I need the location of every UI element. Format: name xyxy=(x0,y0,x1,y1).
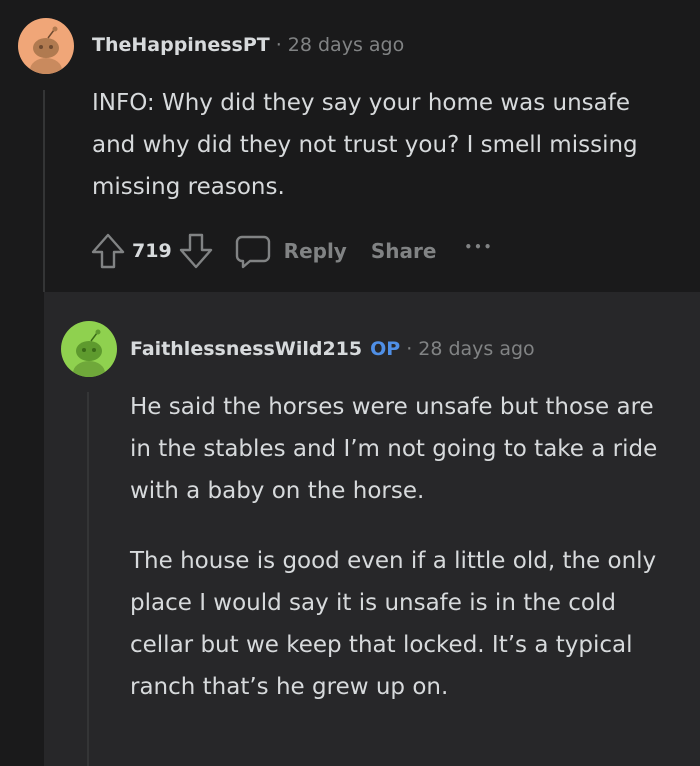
more-options-button[interactable]: ••• xyxy=(464,240,493,254)
snoo-avatar-icon xyxy=(30,26,62,74)
timestamp[interactable]: 28 days ago xyxy=(288,34,404,56)
snoo-avatar-icon xyxy=(73,329,105,377)
reply-paragraph: He said the horses were unsafe but those… xyxy=(130,394,658,504)
downvote-button[interactable] xyxy=(178,232,214,270)
downvote-arrow-icon xyxy=(179,233,212,269)
avatar[interactable] xyxy=(61,321,117,377)
separator-dot: · xyxy=(406,338,413,360)
reply-meta: FaithlessnessWild215 OP · 28 days ago xyxy=(130,338,535,360)
timestamp[interactable]: 28 days ago xyxy=(418,338,534,360)
comment-actions: 719 Reply Share ••• xyxy=(90,230,493,272)
avatar[interactable] xyxy=(18,18,74,74)
reply-label: Reply xyxy=(283,239,347,263)
reply-body: He said the horses were unsafe but those… xyxy=(130,386,670,708)
thread-line[interactable] xyxy=(87,392,89,766)
speech-bubble-icon xyxy=(235,235,270,269)
upvote-arrow-icon xyxy=(91,233,125,269)
comment-body: INFO: Why did they say your home was uns… xyxy=(92,82,652,208)
op-badge: OP xyxy=(370,338,401,360)
username[interactable]: TheHappinessPT xyxy=(92,34,270,56)
upvote-button[interactable] xyxy=(90,232,126,270)
comment-meta: TheHappinessPT · 28 days ago xyxy=(92,34,404,56)
separator-dot: · xyxy=(275,34,282,56)
vote-score: 719 xyxy=(132,240,172,262)
thread-line[interactable] xyxy=(43,90,45,292)
reply-paragraph: The house is good even if a little old, … xyxy=(130,548,657,700)
share-button[interactable]: Share xyxy=(371,239,437,263)
username[interactable]: FaithlessnessWild215 xyxy=(130,338,362,360)
reply-button[interactable]: Reply xyxy=(234,232,347,270)
comment-text: INFO: Why did they say your home was uns… xyxy=(92,90,638,200)
